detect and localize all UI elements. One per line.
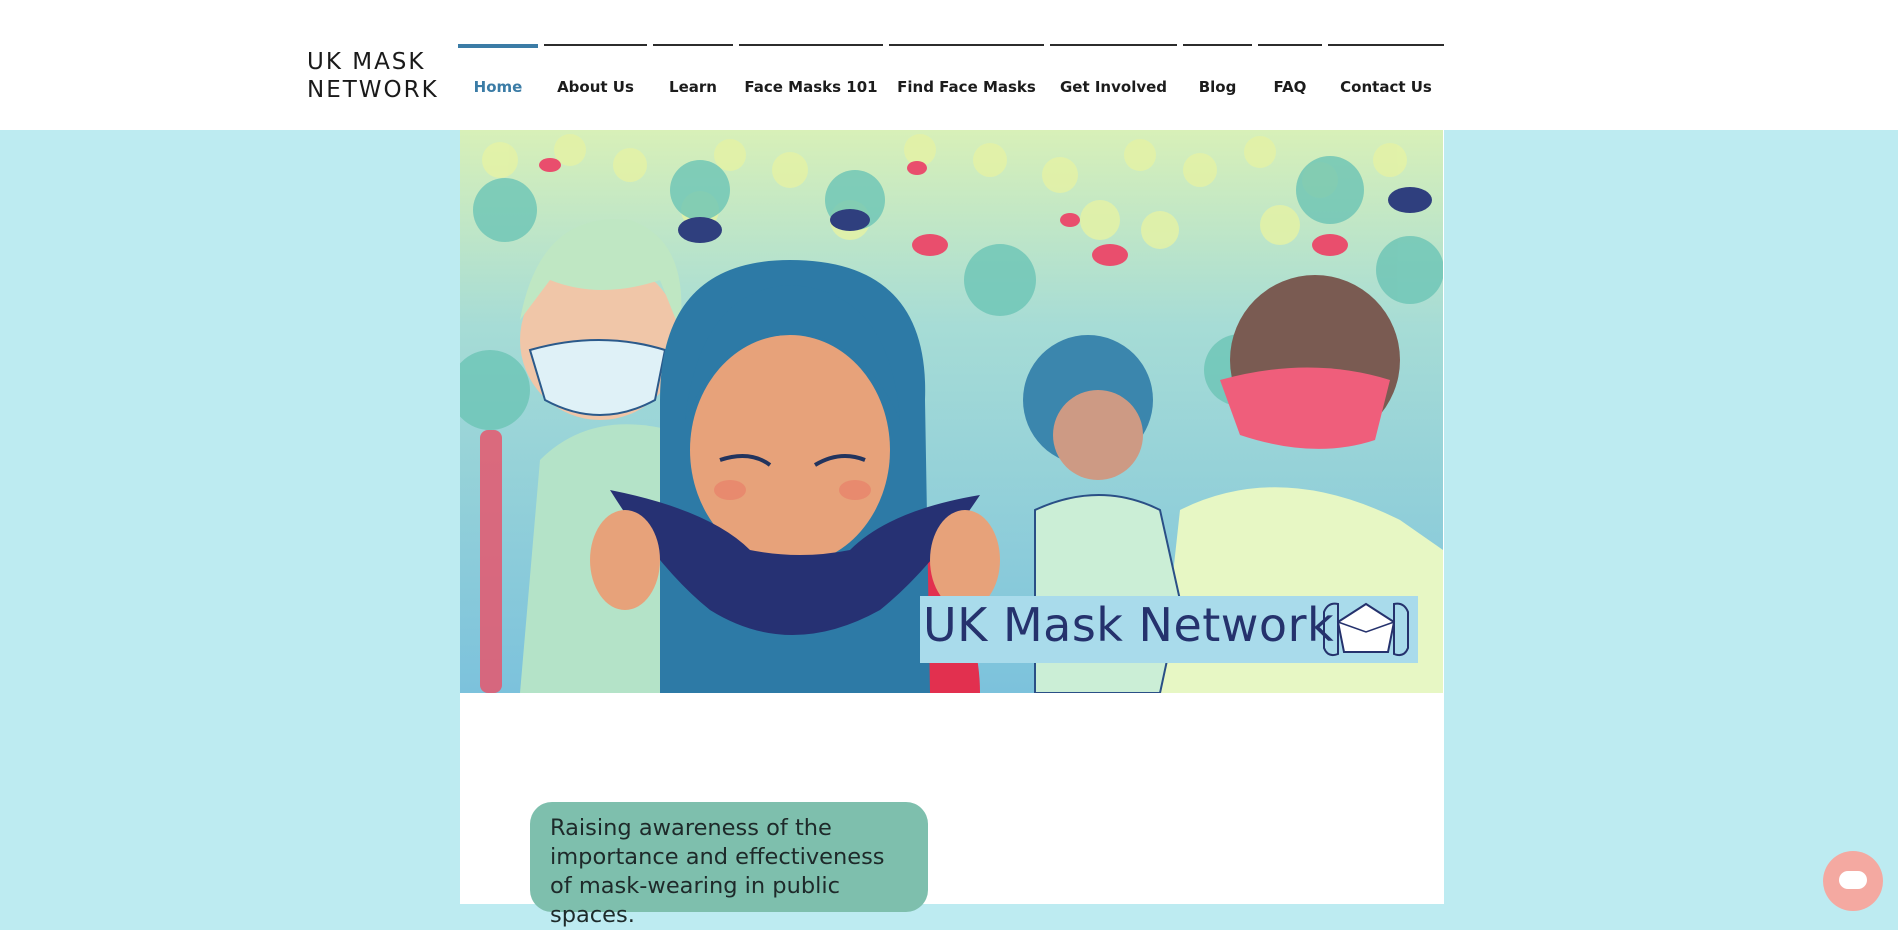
nav-learn[interactable]: Learn [653, 44, 733, 132]
nav-find-face-masks[interactable]: Find Face Masks [889, 44, 1044, 132]
logo-line-2: NETWORK [307, 77, 439, 103]
hero-title: UK Mask Network [923, 598, 1335, 652]
nav-home[interactable]: Home [458, 44, 538, 132]
tagline-card: Raising awareness of the importance and … [530, 802, 928, 928]
tagline-text: Raising awareness of the importance and … [550, 815, 885, 928]
chat-button[interactable] [1823, 851, 1883, 911]
nav-faq[interactable]: FAQ [1258, 44, 1322, 132]
chat-bubble-icon [1839, 871, 1867, 889]
site-logo[interactable]: UK MASK NETWORK [307, 48, 439, 104]
nav-contact-us[interactable]: Contact Us [1328, 44, 1444, 132]
nav-get-involved[interactable]: Get Involved [1050, 44, 1177, 132]
nav-face-masks-101[interactable]: Face Masks 101 [739, 44, 883, 132]
logo-line-1: UK MASK [307, 49, 426, 75]
nav-blog[interactable]: Blog [1183, 44, 1252, 132]
nav-about-us[interactable]: About Us [544, 44, 647, 132]
